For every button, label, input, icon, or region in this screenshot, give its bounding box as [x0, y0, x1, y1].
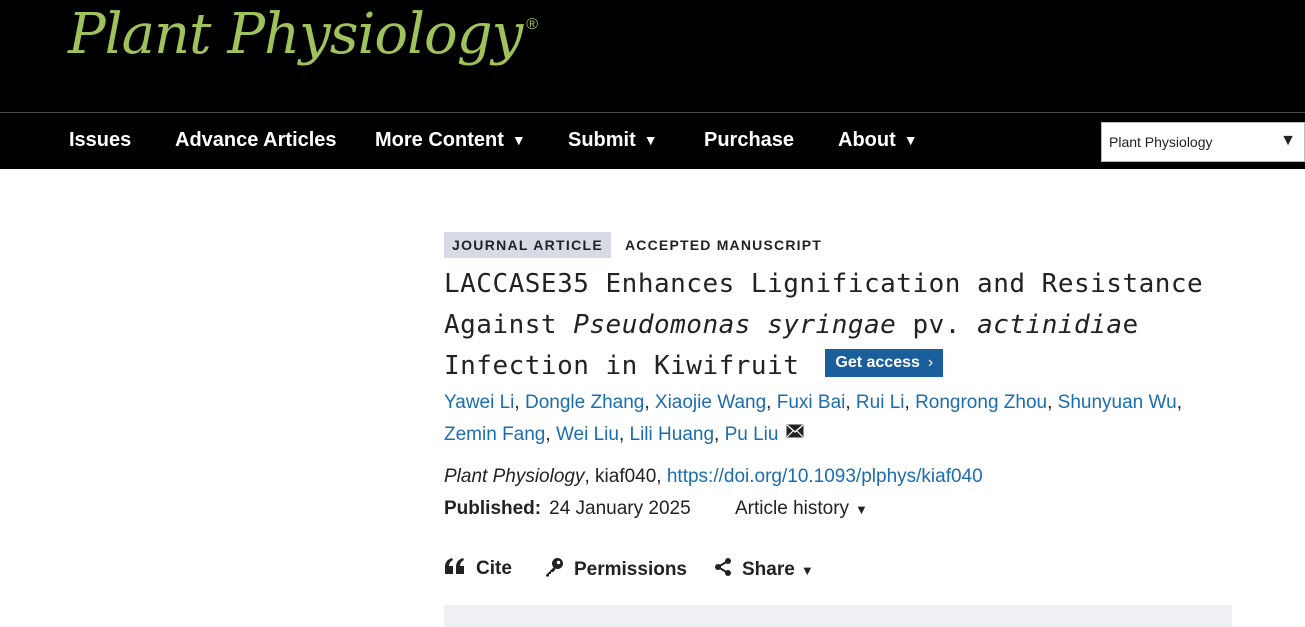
- nav-issues[interactable]: Issues: [69, 129, 131, 152]
- citation-id: , kiaf040,: [584, 466, 667, 487]
- article-history-toggle[interactable]: Article history ▼: [735, 498, 868, 520]
- get-access-label: Get access: [835, 353, 920, 371]
- nav-more-content[interactable]: More Content ▼: [375, 129, 526, 152]
- citation-journal: Plant Physiology: [444, 466, 585, 487]
- chevron-right-icon: ›: [927, 353, 934, 371]
- author-separator: ,: [1047, 392, 1058, 413]
- author-link[interactable]: Dongle Zhang: [525, 392, 644, 413]
- author-link[interactable]: Rui Li: [856, 392, 905, 413]
- caret-down-icon: ▼: [1280, 132, 1296, 149]
- share-button[interactable]: Share ▼: [714, 557, 814, 583]
- permissions-button[interactable]: Permissions: [544, 557, 687, 583]
- envelope-icon[interactable]: [786, 417, 804, 449]
- share-icon: [714, 557, 742, 583]
- nav-label: Advance Articles: [175, 129, 337, 151]
- article-history-label: Article history: [735, 498, 850, 519]
- quote-icon: [444, 557, 476, 581]
- journal-logo[interactable]: Plant Physiology ®: [68, 2, 538, 67]
- nav-label: More Content: [375, 129, 504, 151]
- published-label: Published:: [444, 498, 542, 519]
- author-link[interactable]: Shunyuan Wu: [1058, 392, 1177, 413]
- author-separator: ,: [845, 392, 856, 413]
- site-select-value: Plant Physiology: [1109, 134, 1213, 150]
- article-type-badge: JOURNAL ARTICLE: [444, 232, 611, 258]
- get-access-button[interactable]: Get access ›: [825, 348, 944, 377]
- cite-label: Cite: [476, 558, 512, 579]
- author-separator: ,: [1176, 392, 1182, 413]
- author-link[interactable]: Pu Liu: [725, 424, 779, 445]
- permissions-label: Permissions: [574, 559, 687, 580]
- author-separator: ,: [545, 424, 556, 446]
- author-separator: ,: [618, 424, 630, 446]
- author-list: Yawei Li, Dongle Zhang, Xiaojie Wang, Fu…: [444, 387, 1244, 451]
- caret-down-icon: ▼: [855, 502, 868, 517]
- citation-line: Plant Physiology, kiaf040, https://doi.o…: [444, 466, 983, 488]
- author-link[interactable]: Zemin Fang: [444, 424, 545, 445]
- published-line: Published: 24 January 2025: [444, 498, 691, 520]
- author-separator: ,: [514, 392, 525, 413]
- author-separator: ,: [904, 392, 916, 413]
- caret-down-icon: ▼: [800, 562, 814, 578]
- author-link[interactable]: Rongrong Zhou: [915, 392, 1047, 413]
- author-link[interactable]: Yawei Li: [444, 392, 514, 413]
- author-separator: ,: [766, 392, 777, 413]
- caret-down-icon: ▼: [643, 132, 658, 148]
- article-title: LACCASE35 Enhances Lignification and Res…: [444, 264, 1224, 387]
- cite-button[interactable]: Cite: [444, 557, 512, 581]
- caret-down-icon: ▼: [511, 132, 526, 148]
- author-separator: ,: [644, 392, 655, 413]
- main-nav: Issues Advance Articles More Content ▼ Su…: [0, 112, 1305, 169]
- caret-down-icon: ▼: [903, 132, 918, 148]
- site-select[interactable]: Plant Physiology ▼: [1101, 122, 1305, 162]
- title-species: Pseudomonas syringae: [573, 310, 897, 340]
- doi-link[interactable]: https://doi.org/10.1093/plphys/kiaf040: [667, 466, 983, 487]
- author-link[interactable]: Xiaojie Wang: [655, 392, 766, 413]
- share-label: Share: [742, 559, 795, 580]
- content-panel: [444, 605, 1232, 627]
- masthead: Plant Physiology ®: [0, 0, 1305, 112]
- nav-purchase[interactable]: Purchase: [704, 129, 794, 152]
- author-link[interactable]: Wei Liu: [556, 424, 619, 445]
- journal-logo-text: Plant Physiology: [68, 2, 523, 67]
- title-pathovar: actinidia: [977, 310, 1123, 340]
- author-link[interactable]: Lili Huang: [630, 424, 715, 445]
- nav-label: Purchase: [704, 129, 795, 151]
- nav-submit[interactable]: Submit ▼: [568, 129, 658, 152]
- nav-advance-articles[interactable]: Advance Articles: [175, 129, 337, 152]
- registered-mark: ®: [526, 16, 538, 33]
- nav-label: Submit: [568, 129, 636, 151]
- author-link[interactable]: Fuxi Bai: [777, 392, 846, 413]
- key-icon: [544, 557, 574, 583]
- author-separator: ,: [714, 424, 725, 446]
- article-status-label: ACCEPTED MANUSCRIPT: [625, 237, 823, 253]
- nav-label: Issues: [69, 129, 132, 151]
- title-text: pv.: [896, 310, 978, 340]
- published-date: 24 January 2025: [549, 498, 691, 519]
- nav-about[interactable]: About ▼: [838, 129, 918, 152]
- nav-label: About: [838, 129, 896, 151]
